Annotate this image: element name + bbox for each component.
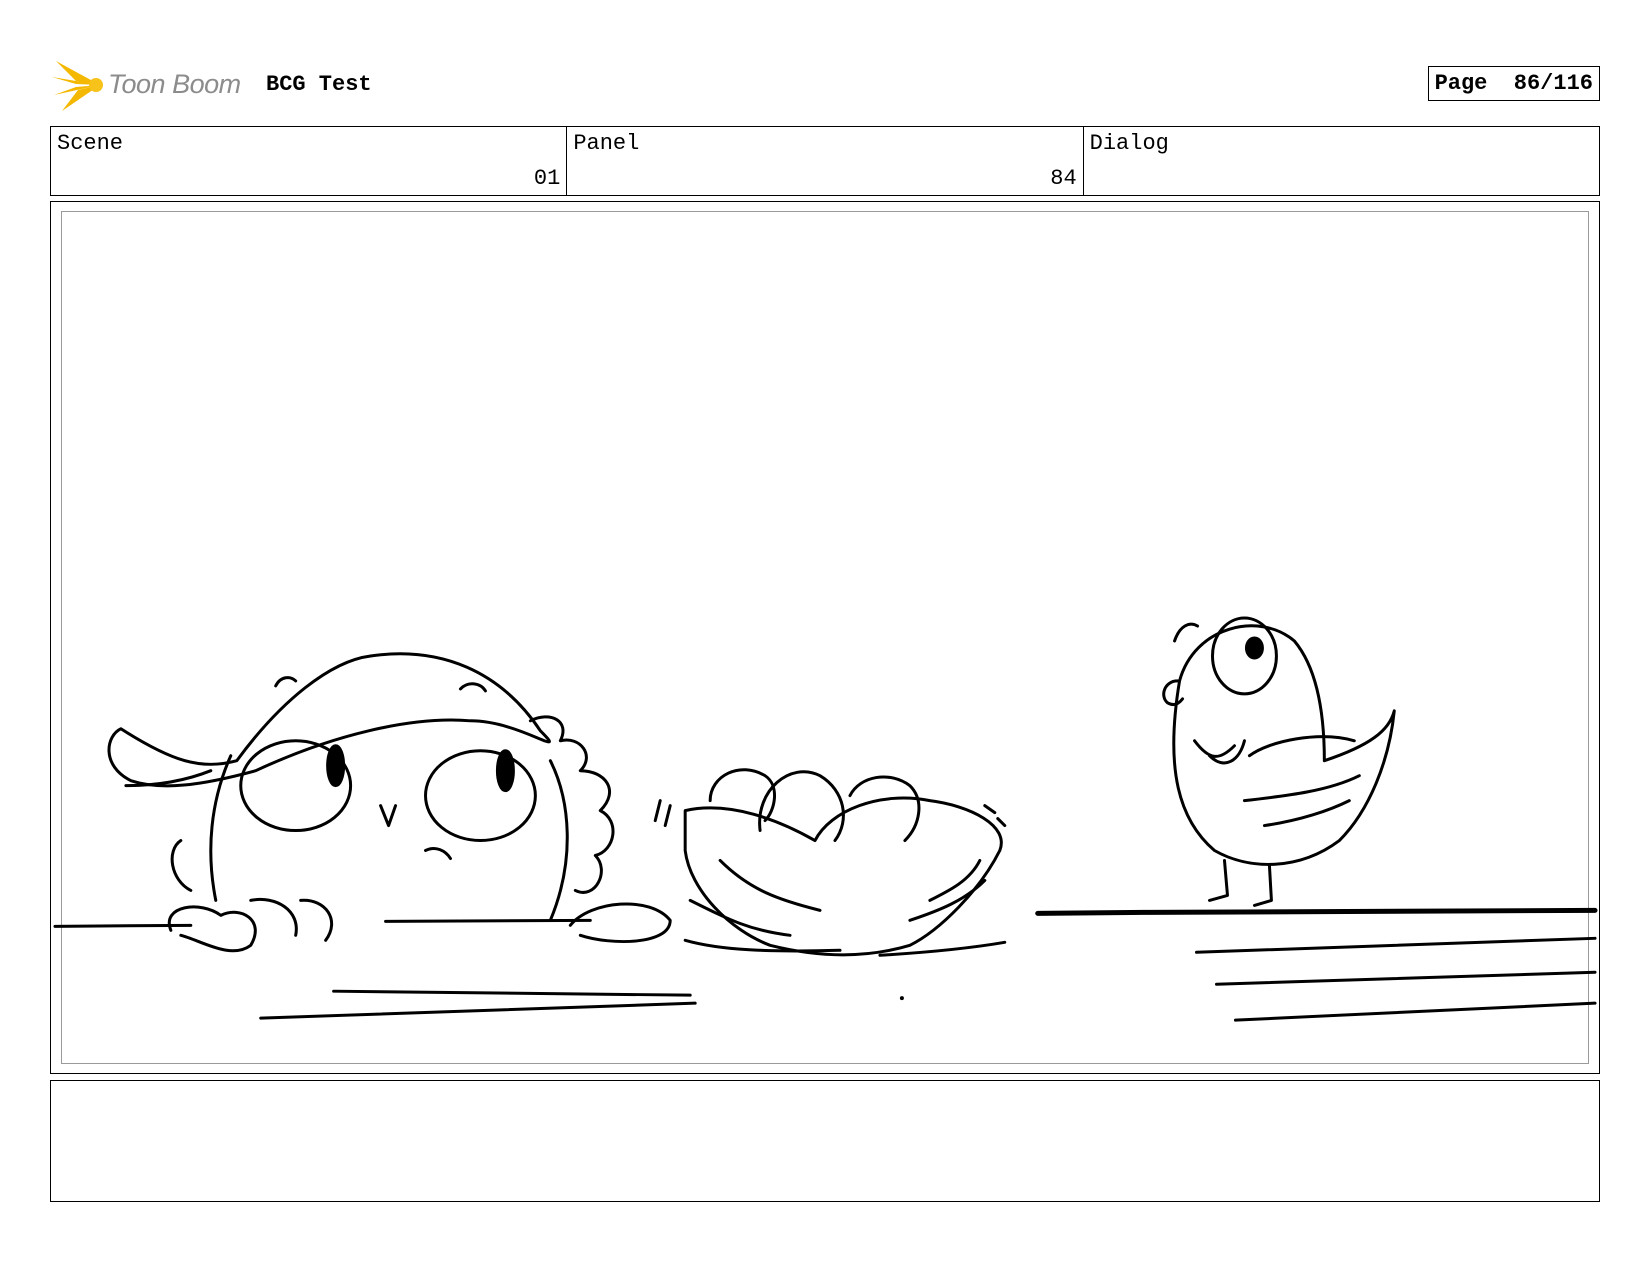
panel-sketch: [53, 616, 1598, 1022]
girl-hair-curl: [528, 715, 615, 894]
project-title: BCG Test: [266, 72, 372, 97]
chick-3: [848, 775, 921, 843]
panel-value: 84: [1050, 166, 1077, 191]
girl-hand-right: [568, 902, 672, 944]
bird-chest: [1193, 739, 1246, 765]
girl-fingers-left: [167, 897, 333, 953]
nest-base: [683, 938, 1007, 957]
bird-wing: [1242, 735, 1361, 828]
table-edge-right: [1035, 907, 1598, 916]
scene-value: 01: [533, 166, 561, 191]
page-label: Page: [1434, 71, 1488, 96]
panel-cell: Panel 84: [567, 127, 1084, 195]
panel-label: Panel: [573, 131, 640, 156]
dialog-cell: Dialog: [1084, 127, 1599, 195]
girl-nose: [379, 804, 398, 828]
logo-text: Toon Boom: [108, 69, 241, 99]
bird-legs: [1208, 858, 1273, 907]
stray-dot: [899, 996, 904, 1001]
scene-label: Scene: [57, 131, 124, 156]
girl-hair-side: [170, 839, 193, 892]
bird-eye: [1211, 616, 1278, 696]
notes-box: [50, 1080, 1600, 1202]
floor-line-right: [1195, 936, 1597, 1022]
dialog-label: Dialog: [1089, 131, 1169, 156]
girl-mouth: [424, 847, 452, 860]
girl-eyebrow-left: [274, 676, 298, 688]
toon-boom-burst-icon: [52, 61, 103, 111]
table-edge-left: [53, 918, 592, 928]
floor-line: [259, 989, 697, 1020]
girl-eye-right: [424, 749, 537, 843]
page-header: Toon Boom BCG Test Page 86/116: [50, 55, 1600, 115]
bird-body: [1172, 624, 1396, 866]
girl-pupil-right: [495, 749, 515, 793]
girl-pupil-left: [326, 744, 346, 788]
page-indicator: Page 86/116: [1427, 66, 1600, 101]
bird-brow: [1173, 622, 1200, 643]
toon-boom-logo: Toon Boom: [50, 55, 250, 115]
bird-pupil: [1244, 636, 1264, 660]
scene-cell: Scene 01: [51, 127, 568, 195]
info-table: Scene 01 Panel 84 Dialog: [50, 126, 1600, 196]
girl-eyebrow-right: [458, 682, 487, 693]
storyboard-panel: [50, 201, 1600, 1074]
page-number: 86/116: [1513, 71, 1593, 96]
